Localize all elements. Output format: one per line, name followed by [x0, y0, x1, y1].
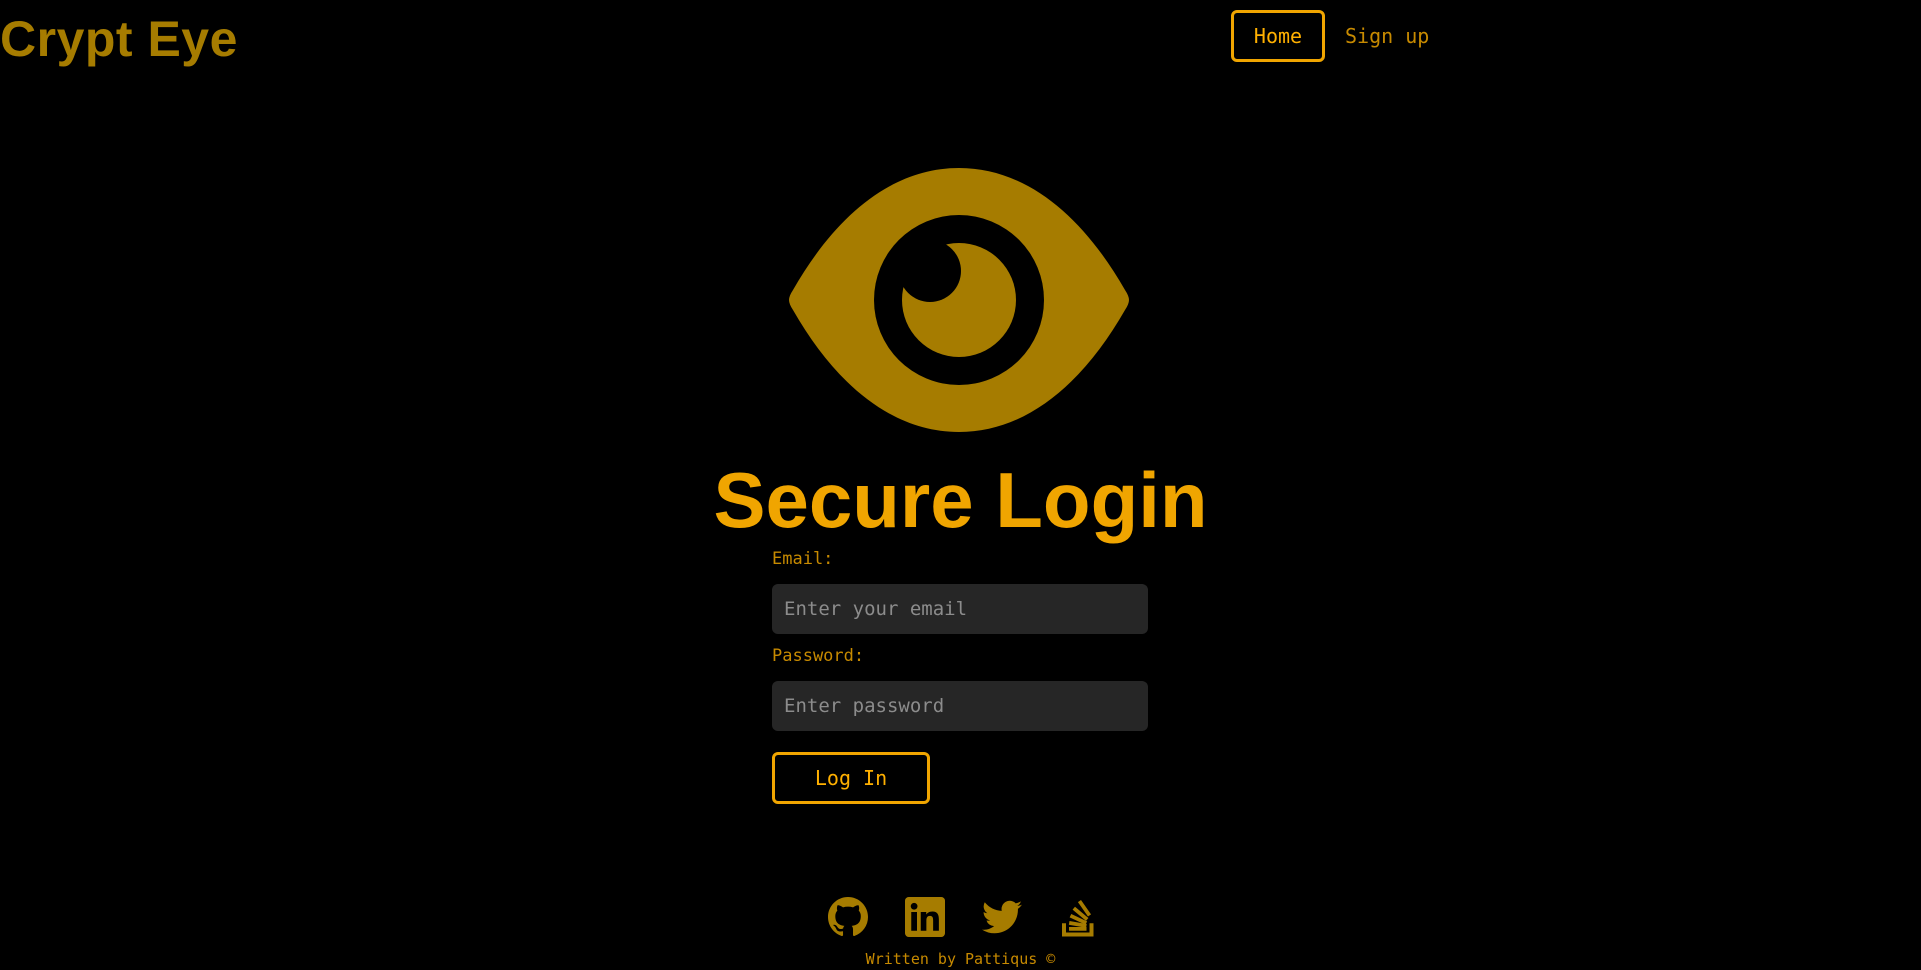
email-label: Email: — [772, 549, 834, 569]
github-icon[interactable] — [828, 897, 868, 937]
social-links — [828, 897, 1099, 937]
email-input[interactable] — [772, 584, 1148, 634]
password-label: Password: — [772, 646, 865, 666]
twitter-icon[interactable] — [982, 897, 1022, 937]
footer-credit: Written by Pattiqus © — [865, 950, 1056, 968]
eye-icon — [789, 168, 1129, 432]
stackoverflow-icon[interactable] — [1059, 897, 1099, 937]
password-input[interactable] — [772, 681, 1148, 731]
brand-logo: Crypt Eye — [0, 11, 238, 67]
page-title: Secure Login — [713, 456, 1208, 544]
login-form: Email: Password: Log In — [772, 548, 1148, 804]
top-nav: Home Sign up — [1231, 10, 1429, 62]
nav-signup-link[interactable]: Sign up — [1345, 24, 1429, 48]
linkedin-icon[interactable] — [905, 897, 945, 937]
nav-home-button[interactable]: Home — [1231, 10, 1325, 62]
login-button[interactable]: Log In — [772, 752, 930, 804]
